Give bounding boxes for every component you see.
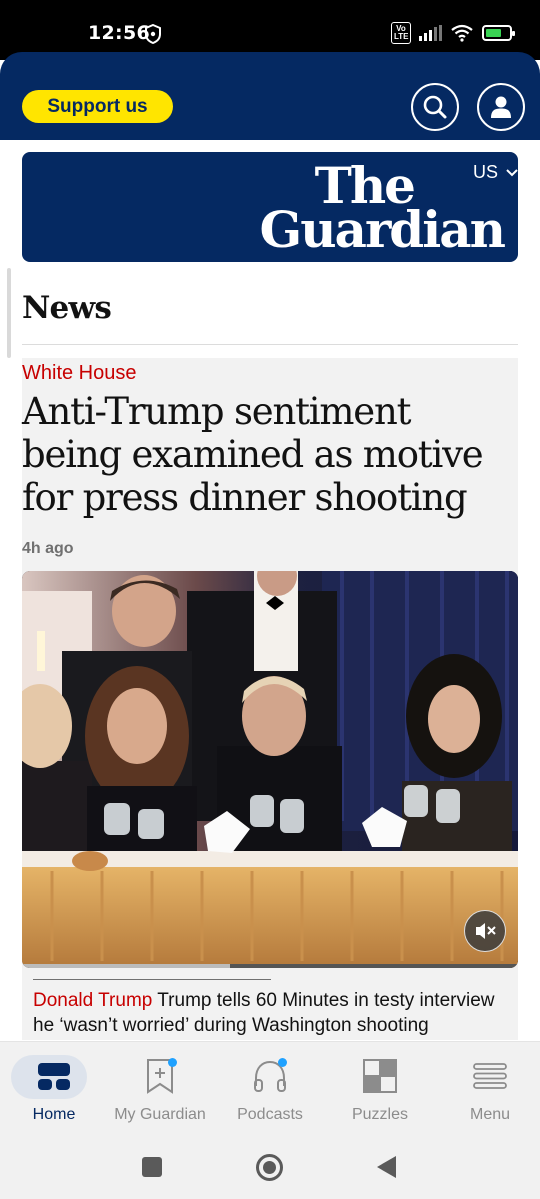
- nav-home[interactable]: Home: [0, 1042, 108, 1138]
- nav-label-podcasts: Podcasts: [237, 1106, 303, 1123]
- search-button[interactable]: [411, 83, 459, 131]
- signal-icon: [419, 25, 442, 41]
- guardian-masthead[interactable]: The Guardian: [22, 152, 518, 262]
- chevron-down-icon: [506, 168, 518, 176]
- related-story-link[interactable]: Donald Trump Trump tells 60 Minutes in t…: [33, 988, 503, 1040]
- story-video[interactable]: [22, 571, 518, 968]
- story-timestamp: 4h ago: [22, 540, 74, 557]
- guardian-logo: The Guardian: [259, 156, 506, 259]
- section-title: News: [22, 290, 112, 326]
- related-divider: [33, 979, 271, 980]
- home-icon: [38, 1063, 70, 1090]
- nav-my-guardian[interactable]: My Guardian: [106, 1042, 214, 1138]
- crossword-icon: [363, 1059, 397, 1093]
- shield-icon: [145, 24, 161, 44]
- status-bar: 12:56 Vo LTE: [0, 0, 540, 60]
- profile-button[interactable]: [477, 83, 525, 131]
- system-navigation-bar: [0, 1137, 540, 1199]
- story-kicker: White House: [22, 362, 137, 384]
- story-headline[interactable]: Anti-Trump sentiment being examined as m…: [22, 390, 512, 519]
- scroll-indicator: [7, 268, 11, 358]
- battery-icon: [482, 25, 515, 41]
- home-circle-icon[interactable]: [255, 1153, 284, 1182]
- notification-badge: [168, 1058, 177, 1067]
- section-divider: [22, 344, 518, 345]
- menu-icon: [473, 1063, 507, 1089]
- back-icon[interactable]: [376, 1155, 398, 1179]
- notification-badge: [278, 1058, 287, 1067]
- profile-icon: [491, 96, 511, 118]
- edition-selector[interactable]: US: [473, 162, 518, 183]
- edition-label: US: [472, 162, 498, 182]
- nav-label-home: Home: [32, 1106, 76, 1123]
- recent-apps-icon[interactable]: [141, 1156, 163, 1178]
- support-us-button[interactable]: Support us: [22, 90, 173, 123]
- nav-label-menu: Menu: [469, 1106, 511, 1123]
- status-indicators: Vo LTE: [391, 22, 515, 44]
- nav-puzzles[interactable]: Puzzles: [326, 1042, 434, 1138]
- mute-button[interactable]: [464, 910, 506, 952]
- video-progress-bar[interactable]: [22, 964, 518, 968]
- bottom-navigation: Home My Guardian Podcasts Puzzles Menu: [0, 1041, 540, 1137]
- nav-label-puzzles: Puzzles: [351, 1106, 409, 1123]
- nav-label-my-guardian: My Guardian: [114, 1106, 206, 1123]
- nav-menu[interactable]: Menu: [436, 1042, 540, 1138]
- nav-podcasts[interactable]: Podcasts: [216, 1042, 324, 1138]
- muted-speaker-icon: [476, 923, 496, 939]
- app-header: Support us: [0, 52, 540, 140]
- video-frame: [22, 571, 518, 968]
- video-progress-fill: [22, 964, 231, 968]
- volte-icon: Vo LTE: [391, 22, 411, 44]
- status-time: 12:56: [88, 22, 150, 44]
- wifi-icon: [451, 24, 473, 42]
- related-kicker: Donald Trump: [33, 990, 153, 1011]
- lead-story-card[interactable]: White House Anti-Trump sentiment being e…: [22, 358, 518, 1040]
- search-icon: [423, 95, 447, 119]
